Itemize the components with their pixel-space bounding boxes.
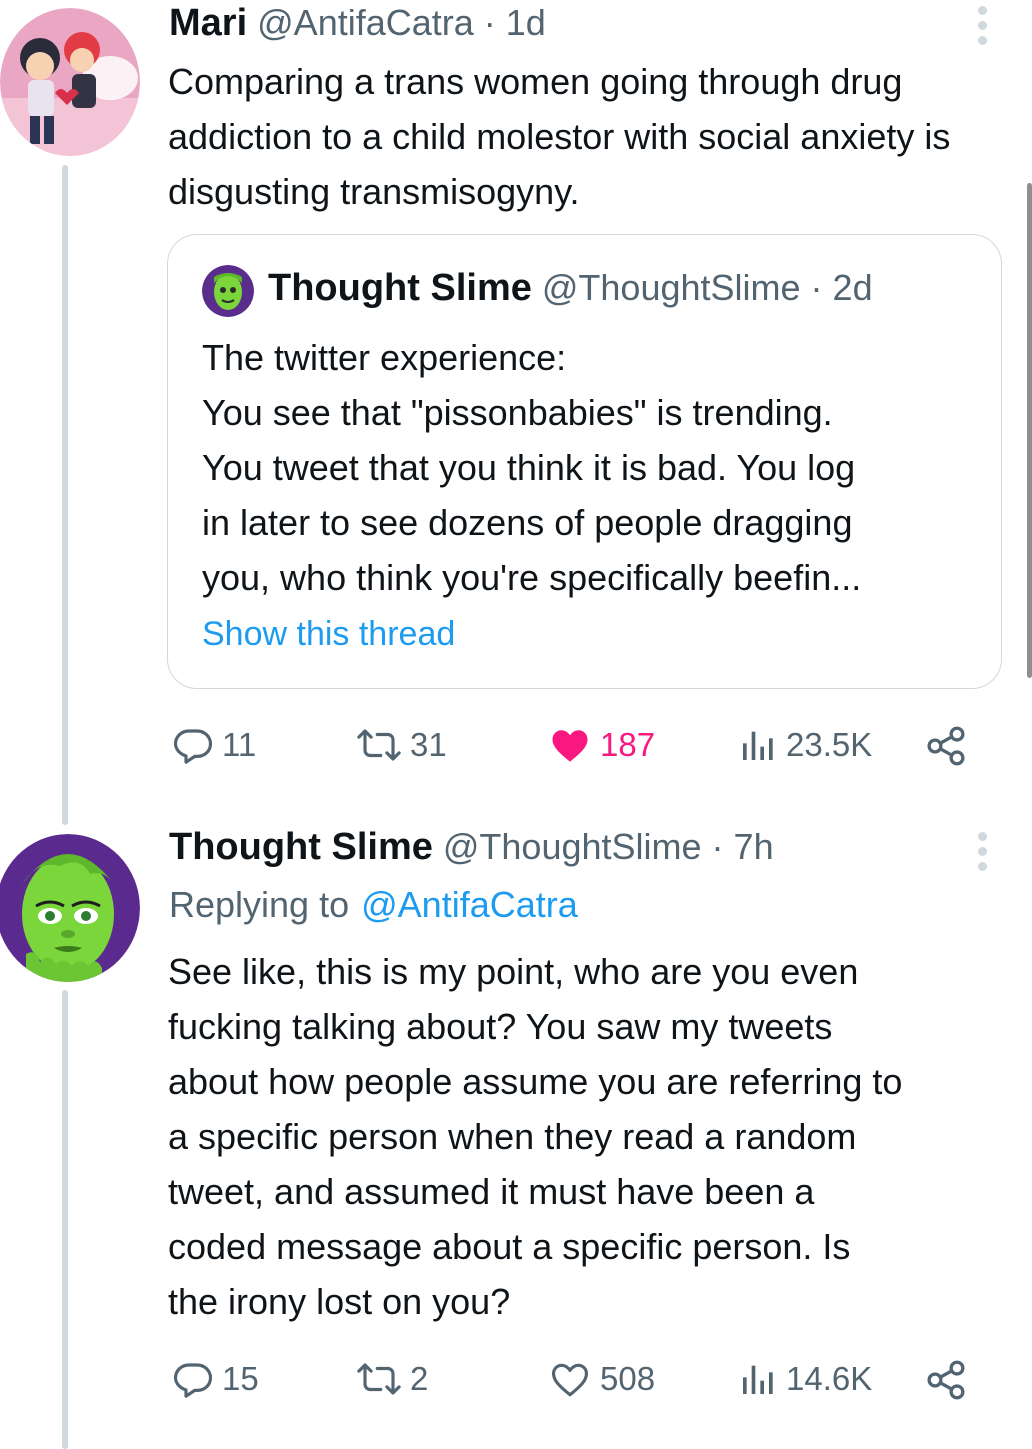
author-handle[interactable]: @AntifaCatra bbox=[257, 2, 474, 44]
quote-timestamp: 2d bbox=[832, 267, 873, 308]
share-button[interactable] bbox=[924, 724, 968, 768]
tweet-line: fucking talking about? You saw my tweets bbox=[168, 1006, 833, 1047]
quote-line: you, who think you're specifically beefi… bbox=[202, 557, 862, 598]
avatar[interactable] bbox=[0, 834, 140, 982]
heart-filled-icon bbox=[552, 730, 588, 762]
like-count: 508 bbox=[600, 1360, 656, 1397]
timestamp[interactable]: 1d bbox=[506, 2, 546, 44]
reply-count: 11 bbox=[222, 726, 257, 763]
quote-header: Thought Slime @ThoughtSlime · 2d bbox=[268, 267, 873, 310]
separator-dot: · bbox=[711, 826, 724, 867]
quote-author-name: Thought Slime bbox=[268, 267, 532, 309]
replying-to: Replying to @AntifaCatra bbox=[169, 884, 578, 926]
heart-icon bbox=[551, 1363, 589, 1397]
tweet2-header: Thought Slime @ThoughtSlime · 7h bbox=[169, 826, 774, 869]
tweet-line: the irony lost on you? bbox=[168, 1281, 511, 1322]
retweet-count: 31 bbox=[410, 726, 447, 763]
tweet-line: tweet, and assumed it must have been a bbox=[168, 1171, 815, 1212]
thread-line-top bbox=[62, 165, 68, 825]
timestamp[interactable]: 7h bbox=[734, 826, 774, 868]
retweet-icon bbox=[357, 729, 401, 761]
tweet1-header: Mari @AntifaCatra · 1d bbox=[169, 2, 546, 50]
share-icon bbox=[927, 726, 965, 766]
author-handle[interactable]: @ThoughtSlime bbox=[443, 826, 702, 868]
separator-dot: · bbox=[810, 267, 823, 308]
quote-avatar bbox=[202, 265, 254, 317]
views-icon bbox=[743, 1365, 773, 1394]
like-count: 187 bbox=[600, 726, 656, 763]
quote-line: You tweet that you think it is bad. You … bbox=[202, 447, 856, 488]
reply-count: 15 bbox=[222, 1360, 259, 1397]
tweet2-text: See like, this is my point, who are you … bbox=[168, 944, 1013, 1329]
reply-icon bbox=[173, 729, 213, 764]
views-button[interactable]: 14.6K bbox=[738, 1358, 872, 1400]
share-button[interactable] bbox=[924, 1358, 968, 1402]
tweet-line: a specific person when they read a rando… bbox=[168, 1116, 857, 1157]
show-thread-link[interactable]: Show this thread bbox=[202, 615, 455, 654]
retweet-count: 2 bbox=[410, 1360, 429, 1397]
tweet-line: about how people assume you are referrin… bbox=[168, 1061, 903, 1102]
tweet-line: coded message about a specific person. I… bbox=[168, 1226, 851, 1267]
like-button[interactable]: 187 bbox=[548, 724, 655, 766]
quote-line: You see that "pissonbabies" is trending. bbox=[202, 392, 833, 433]
quote-line: in later to see dozens of people draggin… bbox=[202, 502, 853, 543]
share-icon bbox=[927, 1360, 965, 1400]
retweet-icon bbox=[357, 1363, 401, 1395]
more-options-icon[interactable] bbox=[976, 6, 988, 45]
quote-text: The twitter experience: You see that "pi… bbox=[202, 330, 992, 605]
thread-line-bottom bbox=[62, 990, 68, 1449]
reply-icon bbox=[173, 1363, 213, 1398]
reply-button[interactable]: 11 bbox=[172, 724, 256, 766]
scrollbar[interactable] bbox=[1027, 183, 1032, 678]
replying-to-link[interactable]: @AntifaCatra bbox=[361, 884, 578, 926]
like-button[interactable]: 508 bbox=[548, 1358, 655, 1400]
quoted-tweet[interactable]: Thought Slime @ThoughtSlime · 2d The twi… bbox=[167, 234, 1002, 689]
separator-dot: · bbox=[483, 2, 496, 43]
author-name[interactable]: Mari bbox=[169, 2, 247, 45]
tweet1-text: Comparing a trans women going through dr… bbox=[168, 61, 961, 212]
views-icon bbox=[743, 731, 773, 760]
tweet-line: See like, this is my point, who are you … bbox=[168, 951, 859, 992]
views-count: 14.6K bbox=[786, 1360, 873, 1397]
avatar[interactable] bbox=[0, 8, 140, 156]
quote-line: The twitter experience: bbox=[202, 337, 567, 378]
author-name[interactable]: Thought Slime bbox=[169, 826, 433, 869]
quote-author-handle: @ThoughtSlime bbox=[541, 267, 801, 308]
replying-prefix: Replying to bbox=[169, 884, 350, 925]
more-options-icon[interactable] bbox=[976, 832, 988, 871]
views-count: 23.5K bbox=[786, 726, 873, 763]
views-button[interactable]: 23.5K bbox=[738, 724, 872, 766]
retweet-button[interactable]: 2 bbox=[356, 1358, 428, 1400]
retweet-button[interactable]: 31 bbox=[356, 724, 447, 766]
reply-button[interactable]: 15 bbox=[172, 1358, 259, 1400]
